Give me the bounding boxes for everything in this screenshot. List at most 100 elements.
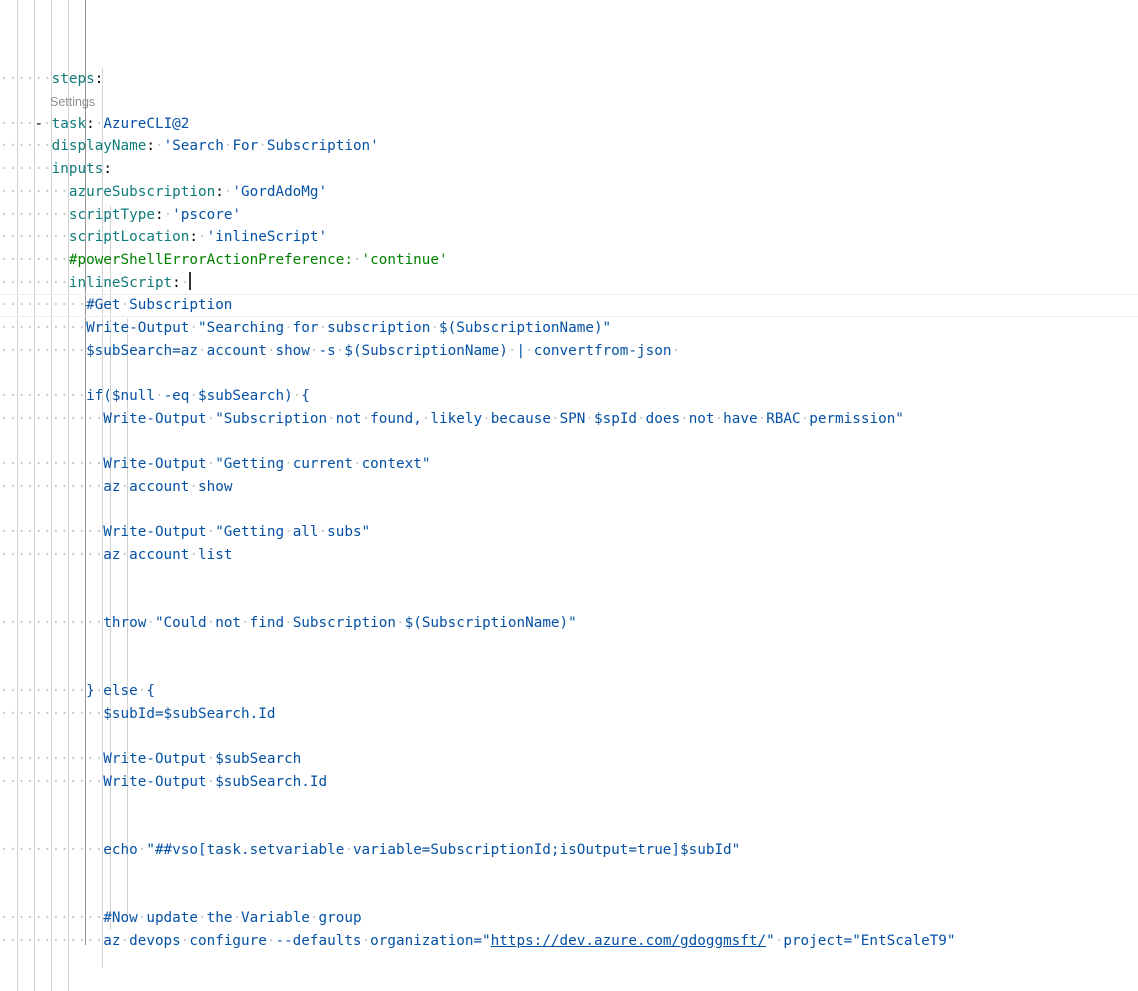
indent-whitespace-dots: ············ — [0, 705, 104, 722]
indent-whitespace-dots: ·········· — [0, 342, 87, 359]
whitespace-dots: · — [266, 342, 276, 359]
code-line[interactable] — [0, 952, 1138, 975]
code-line[interactable]: ············#Now·update·the·Variable·gro… — [0, 907, 1138, 930]
yaml-string: 'inlineScript' — [206, 229, 328, 246]
code-line[interactable]: ······steps: — [0, 68, 1138, 91]
code-line[interactable] — [0, 567, 1138, 590]
whitespace-dots: · — [206, 751, 216, 768]
whitespace-dots: · — [284, 614, 293, 631]
code-line[interactable]: ············$subId=$subSearch.Id — [0, 703, 1138, 726]
indent-whitespace-dots: ······ — [0, 138, 52, 155]
indent-whitespace-dots: ············ — [0, 909, 104, 926]
whitespace-dots: · — [146, 614, 155, 631]
code-line[interactable]: ··········if($null·-eq·$subSearch)·{ — [0, 385, 1138, 408]
code-line[interactable]: ····-·task:·AzureCLI@2 — [0, 113, 1138, 136]
url-link[interactable]: https://dev.azure.com/gdoggmsft/ — [491, 933, 766, 949]
code-line[interactable]: ······displayName:·'Search·For·Subscript… — [0, 135, 1138, 158]
whitespace-dots: · — [120, 932, 130, 949]
indent-whitespace-dots: ············ — [0, 751, 104, 768]
code-line[interactable]: ······inputs: — [0, 158, 1138, 181]
code-line[interactable]: ··········$subSearch=az·account·show·-s·… — [0, 340, 1138, 363]
code-line[interactable] — [0, 725, 1138, 748]
code-text: throw·"Could·not·find·Subscription·$(Sub… — [103, 614, 577, 631]
code-line[interactable] — [0, 589, 1138, 612]
whitespace-dots: · — [344, 841, 353, 858]
whitespace-dots: · — [550, 410, 560, 427]
code-line[interactable] — [0, 793, 1138, 816]
whitespace-dots: · — [120, 478, 130, 495]
whitespace-dots: · — [197, 342, 207, 359]
whitespace-dots: · — [206, 773, 216, 790]
whitespace-dots: · — [482, 410, 491, 427]
code-line[interactable]: ········#powerShellErrorActionPreference… — [0, 249, 1138, 272]
codelens-settings-link[interactable]: Settings — [50, 95, 95, 109]
code-text: $subSearch=az·account·show·-s·$(Subscrip… — [86, 342, 681, 359]
indent-whitespace-dots: ······ — [0, 71, 52, 88]
whitespace-dots: · — [421, 410, 431, 427]
whitespace-dots: · — [241, 614, 250, 631]
code-line[interactable] — [0, 430, 1138, 453]
code-line[interactable]: ············Write-Output·"Getting·curren… — [0, 453, 1138, 476]
code-line[interactable]: ············Write-Output·"Getting·all·su… — [0, 521, 1138, 544]
whitespace-dots: · — [189, 319, 198, 336]
whitespace-dots: · — [43, 115, 52, 132]
code-line[interactable] — [0, 657, 1138, 680]
code-text: $subId=$subSearch.Id — [103, 705, 276, 722]
code-line[interactable]: ··········#Get·Subscription — [0, 294, 1138, 317]
code-line[interactable]: ············az·account·show — [0, 476, 1138, 499]
indent-whitespace-dots: ············ — [0, 524, 104, 541]
code-line[interactable] — [0, 362, 1138, 385]
whitespace-dots: · — [180, 274, 190, 291]
code-line[interactable]: ········scriptLocation:·'inlineScript' — [0, 226, 1138, 249]
indent-whitespace-dots: ········ — [0, 274, 69, 291]
code-text: az·account·list — [103, 546, 233, 563]
yaml-punctuation: : — [86, 115, 95, 132]
whitespace-dots: · — [154, 388, 164, 405]
code-line[interactable]: ··········}·else·{ — [0, 680, 1138, 703]
whitespace-dots: · — [335, 342, 345, 359]
code-line[interactable] — [0, 635, 1138, 658]
yaml-punctuation: : — [103, 161, 112, 178]
indent-whitespace-dots: ······ — [0, 161, 52, 178]
yaml-key: steps — [51, 71, 95, 88]
code-text: Write-Output·"Searching·for·subscription… — [86, 319, 612, 336]
indent-whitespace-dots: ········ — [0, 251, 69, 268]
whitespace-dots: · — [198, 909, 207, 926]
code-line[interactable]: ············az·devops·configure·--defaul… — [0, 930, 1138, 953]
yaml-comment: #powerShellErrorActionPreference:·'conti… — [68, 251, 448, 268]
code-line[interactable]: ············Write-Output·$subSearch — [0, 748, 1138, 771]
yaml-string: 'pscore' — [172, 206, 242, 223]
yaml-punctuation: : — [215, 183, 224, 200]
whitespace-dots: · — [180, 932, 190, 949]
code-text: "·project="EntScaleT9" — [766, 932, 956, 949]
whitespace-dots: · — [163, 206, 173, 223]
code-editor[interactable]: ······steps: Settings ····-·task:·AzureCLI… — [0, 0, 1138, 991]
code-text: az·devops·configure·--defaults·organizat… — [103, 932, 491, 949]
whitespace-dots: · — [637, 410, 646, 427]
code-line[interactable]: ········scriptType:·'pscore' — [0, 204, 1138, 227]
code-line[interactable] — [0, 816, 1138, 839]
indent-whitespace-dots: ············ — [0, 478, 104, 495]
code-line[interactable]: ············throw·"Could·not·find·Subscr… — [0, 612, 1138, 635]
indent-whitespace-dots: ···· — [0, 115, 35, 132]
code-text: Subscription — [129, 297, 233, 314]
indent-whitespace-dots: ············ — [0, 614, 104, 631]
code-line[interactable]: ········azureSubscription:·'GordAdoMg' — [0, 181, 1138, 204]
code-line[interactable] — [0, 861, 1138, 884]
whitespace-dots: · — [292, 388, 302, 405]
code-line[interactable]: ············Write-Output·$subSearch.Id — [0, 771, 1138, 794]
code-line[interactable]: ··········Write-Output·"Searching·for·su… — [0, 317, 1138, 340]
whitespace-dots: · — [120, 297, 130, 314]
yaml-string: 'GordAdoMg' — [232, 183, 328, 200]
code-line[interactable] — [0, 498, 1138, 521]
whitespace-dots: · — [352, 251, 362, 268]
code-line[interactable]: ········inlineScript:· — [0, 271, 1138, 295]
code-line[interactable]: ············echo·"##vso[task.setvariable… — [0, 839, 1138, 862]
code-line[interactable]: ············Write-Output·"Subscription·n… — [0, 408, 1138, 431]
code-text: #Now·update·the·Variable·group — [103, 909, 362, 926]
code-line[interactable] — [0, 884, 1138, 907]
code-line[interactable] — [0, 975, 1138, 991]
code-line[interactable]: ············az·account·list — [0, 544, 1138, 567]
yaml-key: task — [51, 115, 87, 132]
whitespace-dots: · — [284, 319, 293, 336]
